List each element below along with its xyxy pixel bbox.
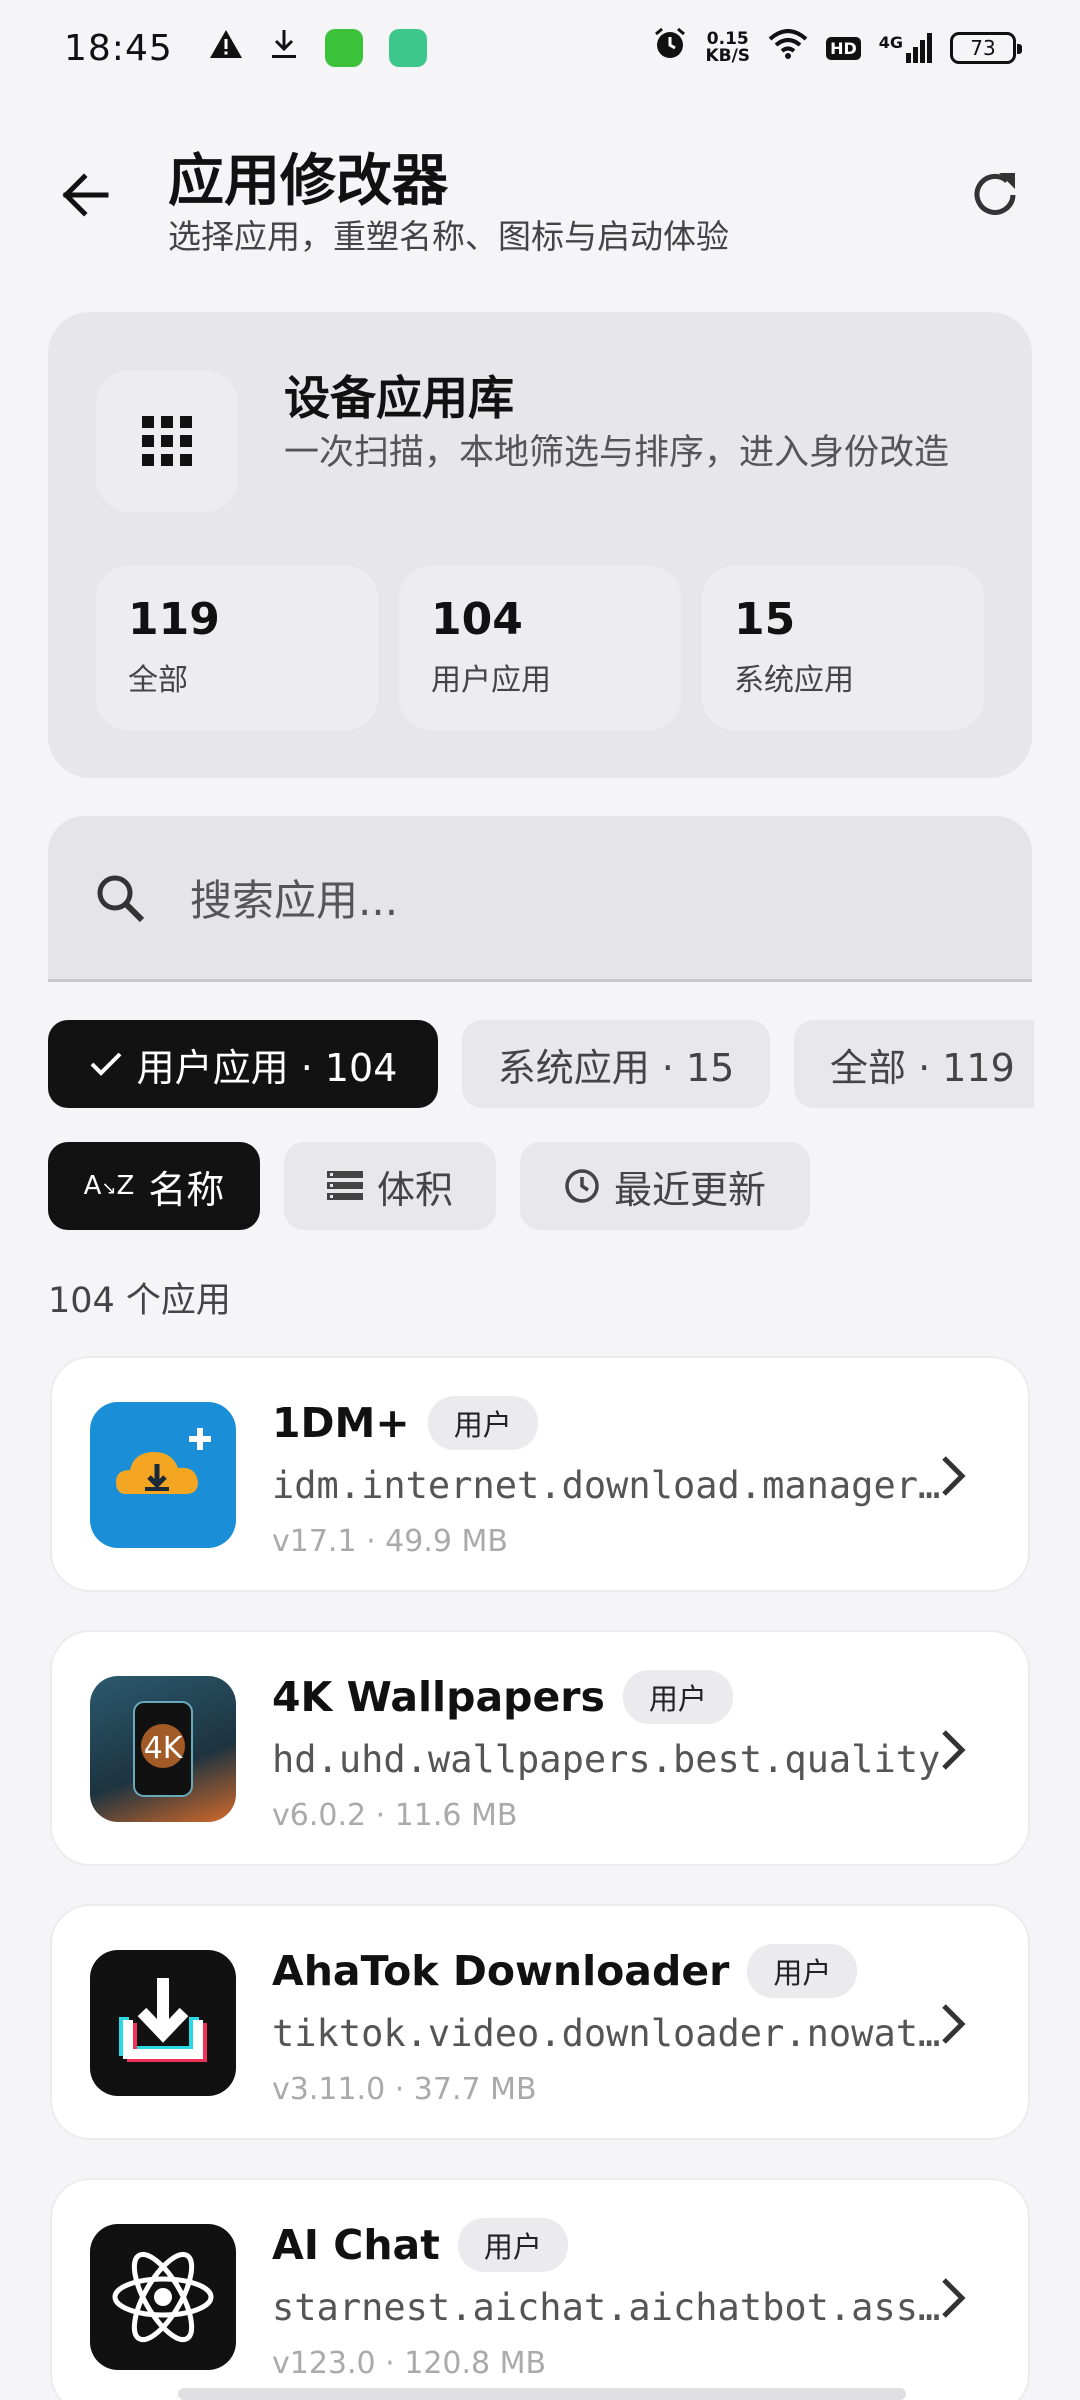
app-icon-4k-wallpapers: 4K: [90, 1676, 236, 1822]
battery-indicator: 73: [950, 32, 1022, 64]
network-speed-unit: KB/S: [705, 46, 751, 66]
user-tag: 用户: [457, 2218, 568, 2272]
device-library-card: 设备应用库 一次扫描，本地筛选与排序，进入身份改造 119 全部 104 用户应…: [48, 312, 1032, 778]
app-name-text: 4K Wallpapers: [272, 1673, 605, 1721]
stat-all-label: 全部: [128, 663, 188, 698]
filter-system-apps-chip[interactable]: 系统应用 · 15: [462, 1020, 770, 1108]
user-tag: 用户: [622, 1670, 733, 1724]
app-package: tiktok.video.downloader.nowatermark: [272, 2012, 962, 2055]
sort-recent-label: 最近更新: [613, 1167, 766, 1212]
library-title: 设备应用库: [284, 371, 514, 425]
filter-user-apps-label: 用户应用 · 104: [136, 1045, 398, 1090]
messages-notification-icon: [324, 29, 363, 67]
arrow-left-icon: [62, 173, 109, 217]
app-name: AI Chat 用户: [272, 2218, 568, 2272]
clock-icon: [565, 1169, 599, 1203]
page-title: 应用修改器: [168, 149, 448, 214]
stat-user-label: 用户应用: [431, 663, 551, 698]
network-speed: 0.15 KB/S: [705, 31, 750, 65]
chevron-right-icon: [942, 1456, 966, 1496]
filter-user-apps-chip[interactable]: 用户应用 · 104: [48, 1020, 438, 1108]
sort-recent-chip[interactable]: 最近更新: [520, 1142, 810, 1230]
status-bar: 18:45 0.15 KB/S HD 4G 73: [0, 0, 1080, 96]
user-tag: 用户: [747, 1944, 858, 1998]
search-input[interactable]: 搜索应用...: [190, 867, 398, 928]
chevron-right-icon: [942, 1730, 966, 1770]
app-package: idm.internet.download.manager.plus: [272, 1464, 962, 1507]
app-name: 1DM+ 用户: [272, 1396, 538, 1450]
filter-system-apps-label: 系统应用 · 15: [497, 1045, 735, 1090]
refresh-button[interactable]: [960, 160, 1030, 230]
status-time: 18:45: [64, 27, 173, 69]
sort-name-chip[interactable]: A↘Z 名称: [48, 1142, 260, 1230]
sort-name-label: 名称: [148, 1167, 225, 1212]
app-count-label: 104 个应用: [48, 1281, 231, 1321]
app-icon-ahatok: [90, 1950, 236, 2096]
back-button[interactable]: [50, 160, 120, 230]
alarm-icon: [653, 27, 687, 70]
app-package: hd.uhd.wallpapers.best.quality: [272, 1738, 941, 1781]
app-package: starnest.aichat.aichatbot.assistant: [272, 2286, 962, 2329]
app-meta: v3.11.0 · 37.7 MB: [272, 2072, 537, 2107]
app-meta: v123.0 · 120.8 MB: [272, 2346, 547, 2381]
stat-system-label: 系统应用: [734, 663, 854, 698]
library-description: 一次扫描，本地筛选与排序，进入身份改造: [284, 433, 950, 473]
wifi-icon: [768, 28, 808, 68]
bottom-scroll-indicator: [178, 2388, 906, 2400]
app-meta: v17.1 · 49.9 MB: [272, 1524, 508, 1559]
app-name-text: AI Chat: [272, 2221, 440, 2269]
app-name-text: 1DM+: [272, 1399, 410, 1447]
app-icon-1dm: [90, 1402, 236, 1548]
sort-az-icon: A↘Z: [83, 1171, 135, 1201]
hd-indicator: HD: [826, 36, 861, 60]
warning-icon: [209, 28, 243, 68]
app-list-item[interactable]: 1DM+ 用户 idm.internet.download.manager.pl…: [50, 1356, 1030, 1592]
filter-all-label: 全部 · 119: [830, 1045, 1015, 1090]
sort-size-label: 体积: [376, 1167, 453, 1212]
stat-all-value: 119: [128, 594, 220, 645]
app-meta: v6.0.2 · 11.6 MB: [272, 1798, 518, 1833]
library-icon-tile: [96, 370, 238, 512]
app-name: 4K Wallpapers 用户: [272, 1670, 733, 1724]
stat-user-value: 104: [431, 594, 523, 645]
download-icon: [269, 28, 299, 69]
refresh-icon: [974, 173, 1016, 215]
app-notification-icon: [388, 29, 427, 67]
check-icon: [90, 1052, 122, 1076]
search-icon: [97, 875, 145, 922]
stat-system-apps: 15 系统应用: [702, 566, 984, 730]
app-header: 应用修改器 选择应用，重塑名称、图标与启动体验: [0, 130, 1080, 260]
chevron-right-icon: [942, 2278, 966, 2318]
page-subtitle: 选择应用，重塑名称、图标与启动体验: [168, 217, 729, 256]
search-field[interactable]: 搜索应用...: [48, 816, 1032, 982]
app-icon-ai-chat: [90, 2224, 236, 2370]
chevron-right-icon: [942, 2004, 966, 2044]
app-name: AhaTok Downloader 用户: [272, 1944, 858, 1998]
user-tag: 用户: [427, 1396, 538, 1450]
network-type: 4G: [878, 33, 903, 52]
stat-system-value: 15: [734, 594, 796, 645]
app-list-item[interactable]: AI Chat 用户 starnest.aichat.aichatbot.ass…: [50, 2178, 1030, 2400]
cell-signal-icon: 4G: [879, 33, 932, 63]
svg-text:4K: 4K: [144, 1731, 184, 1766]
app-list-item[interactable]: AhaTok Downloader 用户 tiktok.video.downlo…: [50, 1904, 1030, 2140]
sort-size-chip[interactable]: 体积: [284, 1142, 496, 1230]
app-list-item[interactable]: 4K 4K Wallpapers 用户 hd.uhd.wallpapers.be…: [50, 1630, 1030, 1866]
apps-grid-icon: [142, 416, 192, 466]
storage-icon: [326, 1171, 363, 1200]
app-name-text: AhaTok Downloader: [272, 1947, 730, 1995]
stat-all: 119 全部: [96, 566, 378, 730]
stat-user-apps: 104 用户应用: [399, 566, 681, 730]
filter-all-chip[interactable]: 全部 · 119: [794, 1020, 1034, 1108]
